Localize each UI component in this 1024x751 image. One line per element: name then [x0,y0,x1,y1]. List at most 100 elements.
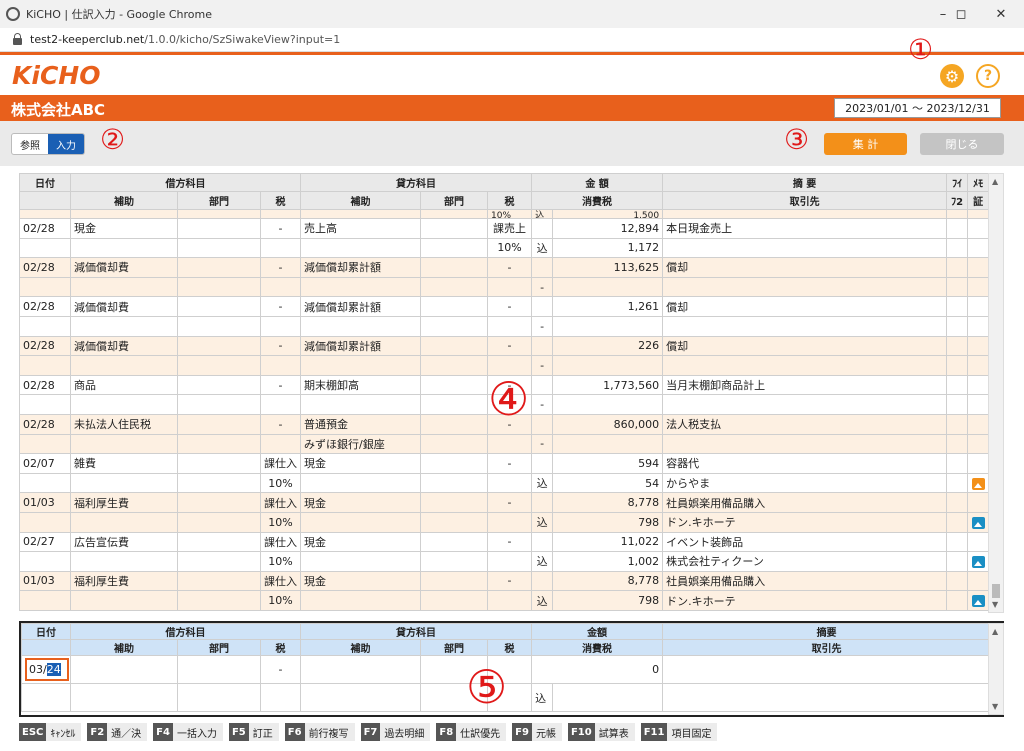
entry-ctax: - [487,296,533,317]
table-row[interactable]: 10% 込 1,500 [19,209,990,219]
debit-tax-input[interactable]: - [259,655,302,684]
table-row-sub[interactable]: 10% 込 54 からやま [19,472,990,494]
scroll-up-icon[interactable]: ▲ [992,177,998,186]
entry-sub-amount [552,355,664,376]
receipt-cell[interactable] [967,394,990,415]
memo-input[interactable] [662,655,992,684]
entry-amount: 1,261 [552,296,664,317]
fkey-f4[interactable]: F4 一括入力 [153,723,223,741]
entry-sub-amount: 1,002 [552,551,664,572]
entry-dtax: 課仕入 [259,453,302,474]
entry-sub-flag: - [531,355,554,376]
receipt-cell[interactable] [967,315,990,337]
header-ctax: 税 [487,191,533,210]
fkey-f6[interactable]: F6 前行複写 [284,723,355,741]
fkey-f7[interactable]: F7 過去明細 [360,723,431,741]
receipt-cell[interactable] [967,276,990,298]
image-icon[interactable] [971,477,985,490]
entry-partner [662,315,948,337]
fkey-label: F2 [87,723,108,741]
image-icon[interactable] [971,516,985,529]
debit-account-input[interactable] [70,655,178,684]
fkey-f8[interactable]: F8 仕訳優先 [436,723,507,741]
mode-toggle[interactable]: 参照 入力 [11,133,85,155]
table-row[interactable]: 02/28 現金 - 売上高 課売上 12,894 本日現金売上 [19,218,990,239]
table-row-sub[interactable]: みずほ銀行/銀座 - [19,433,990,455]
table-row[interactable]: 01/03 福利厚生費 課仕入 現金 -8,778 社員娯楽用備品購入 [19,570,990,592]
fkey-f9[interactable]: F9 元帳 [512,723,562,741]
table-row-sub[interactable]: 10% 込 1,172 [19,237,990,259]
date-input[interactable]: 03/24 [25,658,69,681]
fkey-f10[interactable]: F10 試算表 [567,723,635,741]
table-row-sub[interactable]: 10% 込 1,002 株式会社ティクーン [19,551,990,572]
credit-account-input[interactable] [300,655,422,684]
entry-sub-amount [552,433,664,455]
header-dsub: 補助 [70,191,178,210]
table-row[interactable]: 02/28 減価償却費 - 減価償却累計額 -1,261 償却 [19,296,990,317]
credit-sub-input[interactable] [300,683,422,712]
entry-ctax: - [487,570,533,592]
gear-icon[interactable]: ⚙ [940,64,964,88]
table-row[interactable]: 02/27 広告宣伝費 課仕入 現金 -11,022 イベント装飾品 [19,531,990,553]
entry-date: 02/28 [19,335,71,357]
entry-memo: イベント装飾品 [662,531,948,553]
table-row-sub[interactable]: - [19,315,990,337]
receipt-cell[interactable] [967,355,990,376]
toolbar: 参照 入力 集 計 閉じる [0,121,1024,166]
image-icon[interactable] [971,595,985,608]
fkey-action: 一括入力 [176,728,217,740]
entry-debit: 雑費 [70,453,178,474]
entry-dtax: - [259,335,302,357]
receipt-cell[interactable] [967,237,990,259]
kicho-logo: KiCHO [12,61,101,90]
sum-button[interactable]: 集 計 [824,133,907,155]
receipt-cell[interactable] [967,551,990,572]
scroll-down-icon[interactable]: ▼ [992,600,998,609]
entry-sub-dtax [259,276,302,298]
address-bar[interactable]: test2-keeperclub.net/1.0.0/kicho/SzSiwak… [0,28,1024,52]
image-icon[interactable] [971,555,985,568]
entry-memo: 容器代 [662,453,948,474]
entry-credit: 期末棚卸高 [300,374,422,396]
table-row-sub[interactable]: 10% 込 798 ドン.キホーテ [19,590,990,611]
receipt-cell[interactable] [967,511,990,533]
tax-flag[interactable]: 込 [531,683,554,712]
input-header-debit: 借方科目 [69,623,302,640]
fkey-f2[interactable]: F2 通／決 [87,723,148,741]
partner-input[interactable] [662,683,992,712]
scroll-thumb[interactable] [992,584,1000,598]
fkey-f11[interactable]: F11 項目固定 [640,723,718,741]
table-row-sub[interactable]: 10% 込 798 ドン.キホーテ [19,511,990,533]
input-scroll-up-icon[interactable]: ▲ [992,627,998,636]
close-button[interactable]: 閉じる [920,133,1004,155]
tax-amount-input[interactable] [552,683,664,712]
fkey-f5[interactable]: F5 訂正 [228,723,279,741]
fkey-esc[interactable]: ESC ｷｬﾝｾﾙ [19,723,82,741]
receipt-cell[interactable] [967,433,990,455]
amount-input[interactable]: 0 [531,655,664,684]
mode-ref-button[interactable]: 参照 [12,134,48,154]
maximize-button[interactable]: ◻ [944,0,978,28]
entry-credit: 現金 [300,492,422,513]
receipt-cell[interactable] [967,590,990,611]
annotation-4: ④ [488,372,530,426]
close-window-button[interactable]: ✕ [984,0,1018,28]
mode-input-button[interactable]: 入力 [48,134,84,154]
table-row[interactable]: 02/28 減価償却費 - 減価償却累計額 -226 償却 [19,335,990,357]
table-row-sub[interactable]: - [19,276,990,298]
entry-sub-credit [300,590,422,611]
debit-sub-input[interactable] [70,683,178,712]
table-scrollbar[interactable]: ▲ ▼ [988,173,1004,613]
entry-debit: 現金 [70,218,178,239]
help-icon[interactable]: ? [976,64,1000,88]
table-row[interactable]: 01/03 福利厚生費 課仕入 現金 -8,778 社員娯楽用備品購入 [19,492,990,513]
debit-dept-input[interactable] [177,683,261,712]
entry-ctax: - [487,257,533,278]
table-row[interactable]: 02/28 減価償却費 - 減価償却累計額 -113,625 償却 [19,257,990,278]
input-scrollbar[interactable]: ▲ ▼ [988,623,1004,715]
entry-date: 02/28 [19,218,71,239]
input-scroll-down-icon[interactable]: ▼ [992,702,998,711]
date-range[interactable]: 2023/01/01 ～ 2023/12/31 [834,98,1001,118]
table-row[interactable]: 02/07 雑費 課仕入 現金 -594 容器代 [19,453,990,474]
receipt-cell[interactable] [967,472,990,494]
